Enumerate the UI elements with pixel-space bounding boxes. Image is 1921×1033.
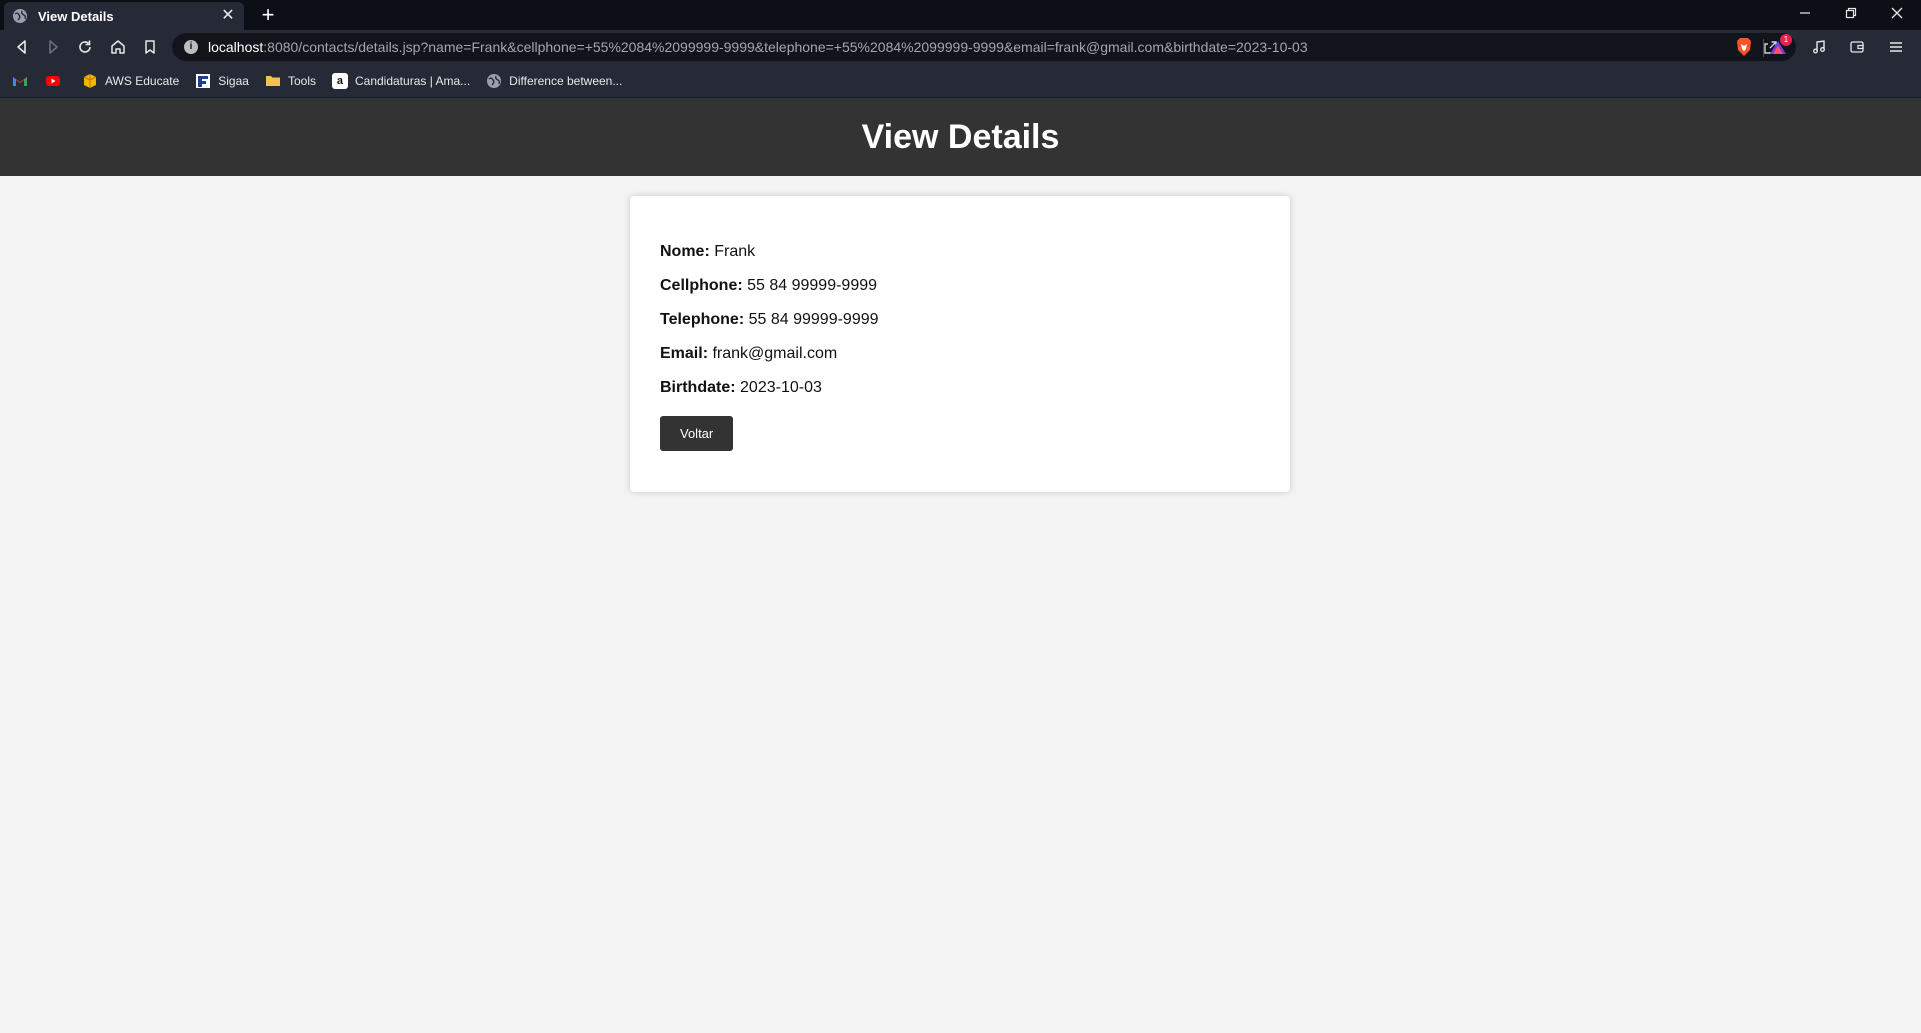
page-title: View Details xyxy=(861,117,1060,156)
music-note-icon xyxy=(1813,40,1825,54)
site-info-icon[interactable]: i xyxy=(184,40,198,54)
bookmark-difference[interactable]: Difference between... xyxy=(486,73,622,89)
forward-arrow-icon xyxy=(49,40,58,54)
close-icon xyxy=(1891,7,1903,19)
browser-toolbar: i localhost:8080/contacts/details.jsp?na… xyxy=(0,30,1921,64)
bookmark-label: Candidaturas | Ama... xyxy=(354,73,471,88)
bookmark-label: Tools xyxy=(287,73,316,88)
rewards-badge: 1 xyxy=(1780,34,1792,46)
globe-icon xyxy=(13,9,27,23)
detail-label: Cellphone: xyxy=(660,277,743,294)
back-arrow-icon xyxy=(17,40,26,54)
minimize-icon xyxy=(1800,12,1810,14)
url-host: localhost xyxy=(208,39,264,55)
new-tab-button[interactable]: + xyxy=(256,3,280,27)
bookmark-icon xyxy=(145,40,155,54)
wallet-icon xyxy=(1850,41,1864,53)
detail-label: Nome: xyxy=(660,243,710,260)
aws-cube-icon xyxy=(83,73,97,88)
detail-value: 55 84 99999-9999 xyxy=(748,311,879,328)
detail-label: Email: xyxy=(660,345,709,362)
bookmark-button[interactable] xyxy=(138,35,162,59)
forward-nav-button[interactable] xyxy=(41,35,65,59)
details-card: Nome: Frank Cellphone: 55 84 99999-9999 … xyxy=(630,196,1290,492)
detail-value: Frank xyxy=(714,243,756,260)
folder-icon xyxy=(265,75,280,86)
tab-title: View Details xyxy=(38,8,114,24)
home-icon xyxy=(111,40,125,54)
reload-button[interactable] xyxy=(73,35,97,59)
bookmark-tools[interactable]: Tools xyxy=(265,73,316,89)
detail-value: 2023-10-03 xyxy=(740,379,822,396)
back-nav-button[interactable] xyxy=(10,35,34,59)
bookmarks-bar: AWS Educate Sigaa Tools a Candidaturas |… xyxy=(0,64,1921,98)
detail-row-name: Nome: Frank xyxy=(660,240,1260,274)
detail-value: 55 84 99999-9999 xyxy=(747,277,878,294)
detail-label: Telephone: xyxy=(660,311,745,328)
address-bar[interactable]: i localhost:8080/contacts/details.jsp?na… xyxy=(172,33,1796,61)
page-viewport: View Details Nome: Frank Cellphone: 55 8… xyxy=(0,98,1921,1033)
home-button[interactable] xyxy=(106,35,130,59)
toolbar-divider xyxy=(1763,39,1764,57)
bookmark-label: Difference between... xyxy=(509,73,623,88)
restore-button[interactable] xyxy=(1828,0,1874,30)
menu-button[interactable] xyxy=(1884,35,1908,59)
browser-tab[interactable]: View Details ✕ xyxy=(4,2,244,30)
brave-shields-button[interactable] xyxy=(1732,35,1756,59)
detail-row-cellphone: Cellphone: 55 84 99999-9999 xyxy=(660,274,1260,308)
hamburger-menu-icon xyxy=(1890,42,1902,52)
restore-icon xyxy=(1845,7,1857,19)
minimize-button[interactable] xyxy=(1782,0,1828,30)
bookmark-sigaa[interactable]: Sigaa xyxy=(195,73,249,89)
brave-rewards-button[interactable]: 1 xyxy=(1766,34,1792,59)
youtube-icon xyxy=(46,75,60,86)
detail-row-birthdate: Birthdate: 2023-10-03 xyxy=(660,376,1260,410)
brave-lion-icon xyxy=(1737,38,1751,56)
bookmark-label: AWS Educate xyxy=(105,73,180,88)
detail-value: frank@gmail.com xyxy=(712,345,838,362)
bookmark-candidaturas[interactable]: a Candidaturas | Ama... xyxy=(331,72,471,89)
voltar-button[interactable]: Voltar xyxy=(660,416,734,451)
detail-label: Birthdate: xyxy=(660,379,736,396)
tab-strip: View Details ✕ + xyxy=(0,0,1921,30)
reload-icon xyxy=(79,40,91,53)
close-window-button[interactable] xyxy=(1874,0,1920,30)
media-button[interactable] xyxy=(1807,35,1831,59)
bookmark-label: Sigaa xyxy=(218,73,249,88)
bookmark-youtube[interactable] xyxy=(45,73,68,89)
gmail-icon xyxy=(13,76,27,86)
globe-icon xyxy=(487,73,502,88)
amazon-icon: a xyxy=(331,72,348,89)
detail-row-telephone: Telephone: 55 84 99999-9999 xyxy=(660,308,1260,342)
bookmark-gmail[interactable] xyxy=(12,73,35,89)
url-path: :8080/contacts/details.jsp?name=Frank&ce… xyxy=(263,39,1308,55)
close-tab-icon[interactable]: ✕ xyxy=(220,8,236,24)
bookmark-aws-educate[interactable]: AWS Educate xyxy=(82,73,179,89)
page-header: View Details xyxy=(0,98,1921,176)
detail-row-email: Email: frank@gmail.com xyxy=(660,342,1260,376)
sigaa-icon xyxy=(196,73,211,88)
wallet-button[interactable] xyxy=(1845,35,1869,59)
